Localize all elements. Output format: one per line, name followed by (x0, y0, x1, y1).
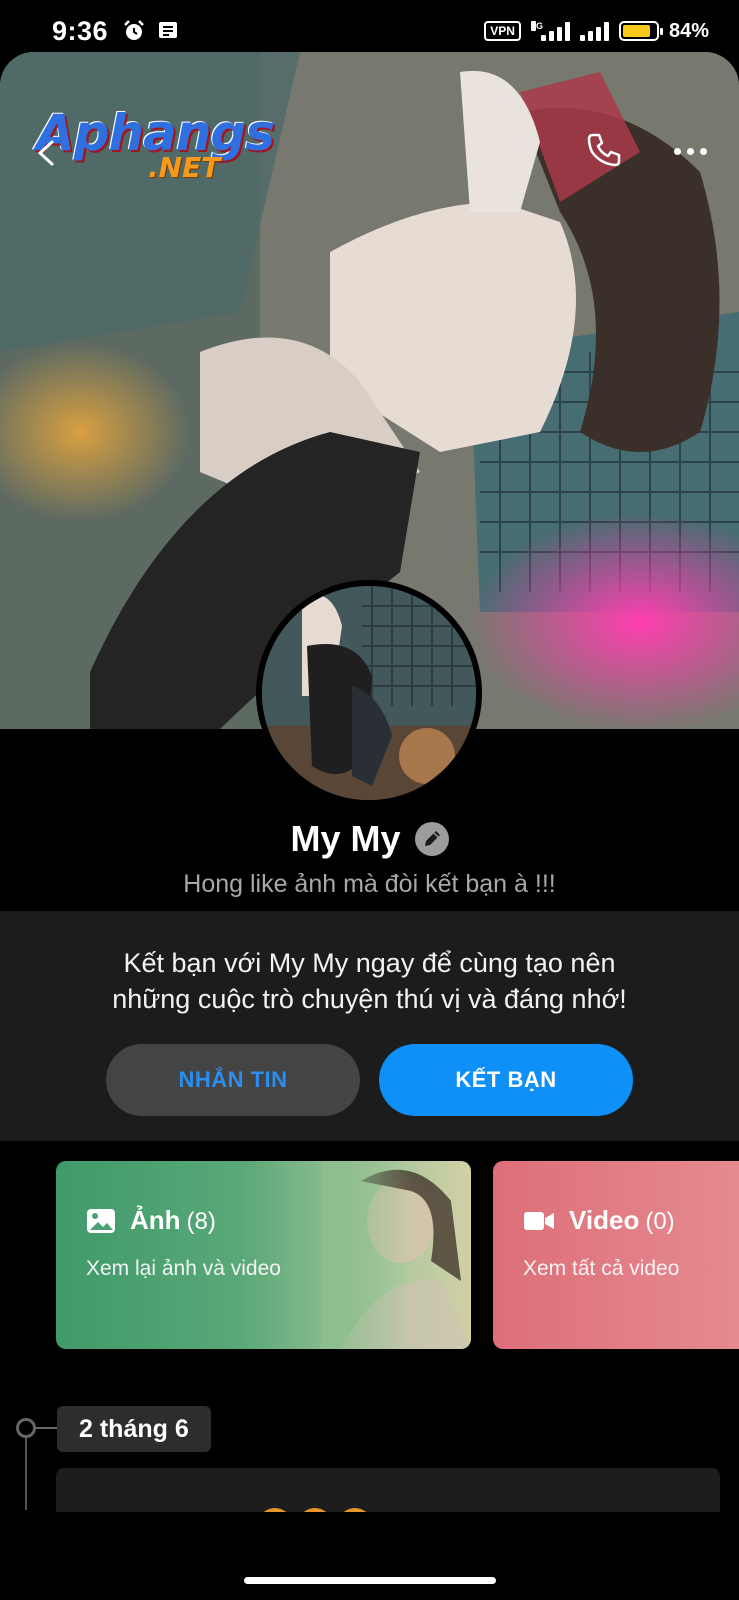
network-type-label: 4G (530, 21, 543, 31)
timeline-dot (16, 1418, 36, 1438)
home-indicator[interactable] (244, 1577, 496, 1584)
mobile-signal-icon: 4G (530, 21, 570, 41)
mobile-signal-2-icon (579, 21, 609, 41)
photos-card[interactable]: Ảnh (8) Xem lại ảnh và video (56, 1161, 471, 1349)
photos-title-wrap: Ảnh (8) (130, 1205, 216, 1236)
profile-name: My My (290, 818, 401, 859)
more-options-icon[interactable] (674, 142, 714, 160)
timeline-date-chip: 2 tháng 6 (57, 1406, 211, 1452)
friend-prompt-line-1: Kết bạn với My My ngay để cùng tạo nên (123, 948, 616, 978)
status-time: 9:36 (52, 15, 109, 46)
alarm-icon (124, 20, 144, 40)
photos-count: (8) (186, 1208, 216, 1235)
battery-fill (622, 25, 650, 37)
message-button[interactable]: NHẮN TIN (106, 1044, 360, 1116)
status-right-group: VPN 4G 84% (484, 20, 709, 43)
videos-card-header: Video (0) (523, 1205, 675, 1236)
profile-name-row: My My (0, 818, 739, 860)
phone-icon[interactable] (584, 130, 624, 170)
photos-title: Ảnh (130, 1205, 181, 1235)
watermark-logo: Aphangs .NET (36, 108, 275, 182)
videos-title-wrap: Video (0) (569, 1205, 675, 1236)
message-notification-icon (159, 22, 178, 38)
profile-bio: Hong like ảnh mà đòi kết bạn à !!! (183, 870, 556, 898)
friend-prompt-line-2: những cuộc trò chuyện thú vị và đáng nhớ… (112, 984, 627, 1014)
photos-card-header: Ảnh (8) (86, 1205, 216, 1236)
videos-title: Video (569, 1205, 640, 1235)
videos-card[interactable]: Video (0) Xem tất cả video (493, 1161, 739, 1349)
battery-icon (618, 21, 663, 41)
back-arrow-icon[interactable] (32, 138, 62, 168)
avatar-image (262, 586, 476, 800)
image-icon (87, 1208, 115, 1233)
video-camera-icon (524, 1211, 554, 1230)
photos-subtitle: Xem lại ảnh và video (86, 1257, 281, 1280)
timeline-line (25, 1428, 27, 1510)
timeline-connector (36, 1427, 58, 1429)
photos-card-thumbnail (321, 1161, 471, 1349)
bottom-navigation-area (0, 1512, 739, 1600)
friend-prompt-message: Kết bạn với My My ngay để cùng tạo nên n… (0, 945, 739, 1017)
videos-count: (0) (645, 1208, 675, 1235)
add-friend-button[interactable]: KẾT BẠN (379, 1044, 633, 1116)
videos-subtitle: Xem tất cả video (523, 1257, 680, 1280)
vpn-badge: VPN (484, 21, 521, 41)
status-notification-icons (122, 19, 180, 43)
profile-avatar[interactable] (256, 580, 482, 806)
friend-request-panel: Kết bạn với My My ngay để cùng tạo nên n… (0, 911, 739, 1141)
edit-pencil-icon[interactable] (414, 822, 449, 856)
battery-percentage: 84% (668, 19, 709, 42)
